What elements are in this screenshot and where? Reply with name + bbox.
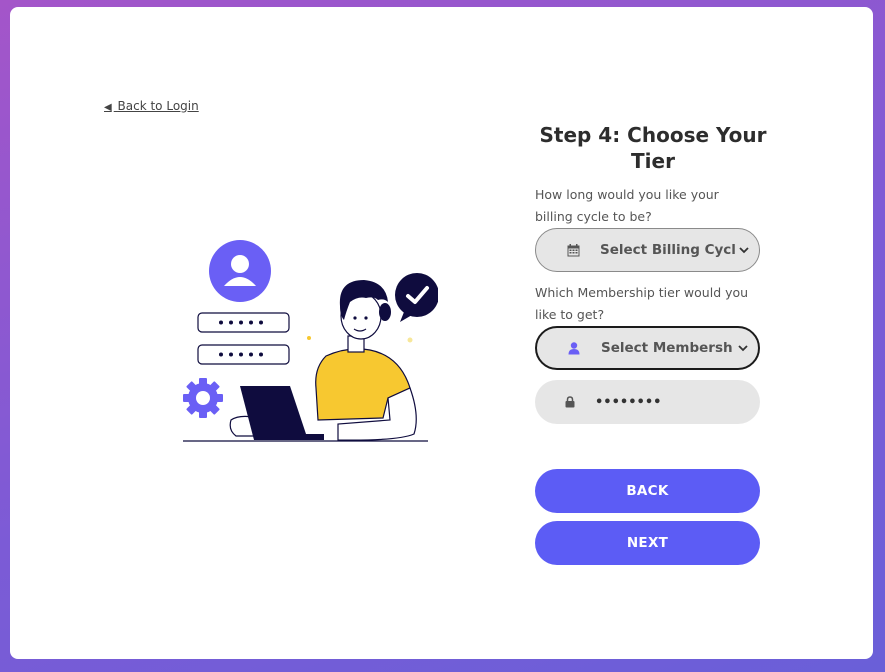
lock-icon [565,395,577,409]
user-icon [567,341,581,355]
membership-tier-select[interactable]: Select Membersh [535,326,760,370]
gear-icon [183,378,223,418]
membership-tier-value: Select Membersh [601,340,733,356]
password-field[interactable]: •••••••• [535,380,760,424]
check-bubble-icon [395,273,438,322]
calendar-icon [566,243,580,257]
chevron-down-icon [739,242,749,258]
billing-cycle-value: Select Billing Cycl [600,242,736,258]
password-value: •••••••• [595,394,662,410]
back-button[interactable]: BACK [535,469,760,513]
avatar-illustration-icon [209,240,271,302]
back-to-login-label: Back to Login [117,99,199,113]
billing-cycle-question: How long would you like your billing cyc… [535,187,719,224]
login-illustration [183,240,438,442]
password-fields-illustration [197,312,290,365]
membership-tier-question: Which Membership tier would you like to … [535,285,749,322]
next-button[interactable]: NEXT [535,521,760,565]
back-to-login-link[interactable]: ◀ Back to Login [104,99,199,113]
back-arrow-icon: ◀ [104,102,112,113]
billing-cycle-select[interactable]: Select Billing Cycl [535,228,760,272]
laptop-illustration [240,386,324,440]
chevron-down-icon [738,340,748,356]
tier-form: Step 4: Choose Your Tier How long would … [535,122,767,565]
page-title: Step 4: Choose Your Tier [539,123,767,173]
